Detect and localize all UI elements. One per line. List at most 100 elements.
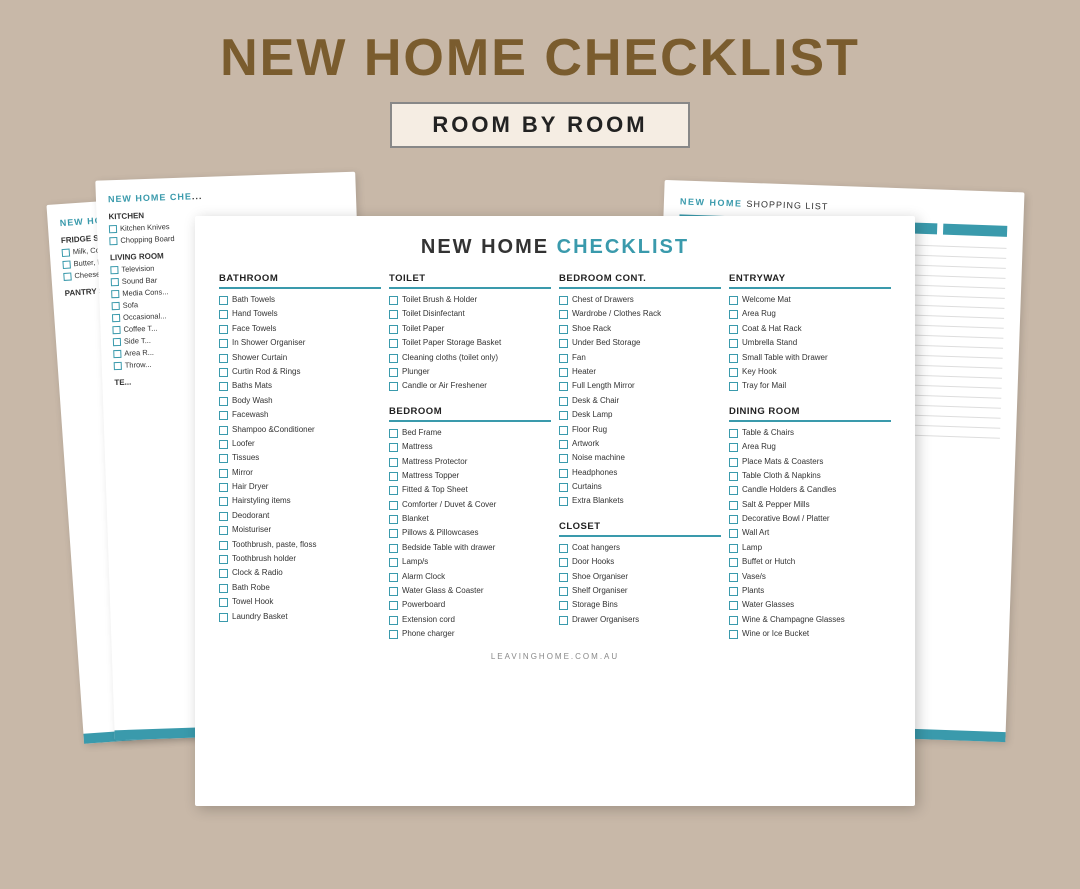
- checkbox[interactable]: [219, 541, 228, 550]
- checkbox[interactable]: [389, 573, 398, 582]
- checkbox[interactable]: [389, 616, 398, 625]
- list-item: Plunger: [389, 367, 551, 377]
- checkbox[interactable]: [219, 483, 228, 492]
- checkbox[interactable]: [559, 368, 568, 377]
- checkbox[interactable]: [389, 601, 398, 610]
- checkbox[interactable]: [219, 411, 228, 420]
- checkbox[interactable]: [559, 397, 568, 406]
- checkbox[interactable]: [389, 368, 398, 377]
- checkbox[interactable]: [559, 587, 568, 596]
- checkbox[interactable]: [729, 587, 738, 596]
- checkbox[interactable]: [219, 382, 228, 391]
- checkbox[interactable]: [729, 515, 738, 524]
- checkbox[interactable]: [389, 544, 398, 553]
- checkbox[interactable]: [559, 601, 568, 610]
- checkbox[interactable]: [729, 573, 738, 582]
- checkbox[interactable]: [389, 443, 398, 452]
- checkbox[interactable]: [219, 598, 228, 607]
- checkbox[interactable]: [559, 310, 568, 319]
- checkbox[interactable]: [559, 616, 568, 625]
- checkbox[interactable]: [389, 296, 398, 305]
- checkbox[interactable]: [559, 497, 568, 506]
- checkbox[interactable]: [559, 544, 568, 553]
- checkbox[interactable]: [389, 310, 398, 319]
- checkbox[interactable]: [389, 486, 398, 495]
- checkbox[interactable]: [219, 613, 228, 622]
- list-item: Noise machine: [559, 453, 721, 463]
- checkbox[interactable]: [729, 339, 738, 348]
- subtitle-box: ROOM BY ROOM: [390, 102, 689, 148]
- checkbox[interactable]: [219, 584, 228, 593]
- checkbox[interactable]: [389, 354, 398, 363]
- checkbox[interactable]: [389, 501, 398, 510]
- checkbox[interactable]: [729, 458, 738, 467]
- checkbox[interactable]: [559, 382, 568, 391]
- checkbox[interactable]: [219, 296, 228, 305]
- checkbox[interactable]: [729, 296, 738, 305]
- checkbox[interactable]: [219, 454, 228, 463]
- checkbox[interactable]: [729, 558, 738, 567]
- list-item: Wine or Ice Bucket: [729, 629, 891, 639]
- checkbox[interactable]: [729, 601, 738, 610]
- checkbox[interactable]: [729, 544, 738, 553]
- list-item: Door Hooks: [559, 557, 721, 567]
- checkbox[interactable]: [389, 382, 398, 391]
- checkbox[interactable]: [729, 429, 738, 438]
- checkbox[interactable]: [729, 310, 738, 319]
- list-item: Hair Dryer: [219, 482, 381, 492]
- checkbox[interactable]: [219, 339, 228, 348]
- checkbox[interactable]: [559, 354, 568, 363]
- checkbox[interactable]: [559, 573, 568, 582]
- checkbox[interactable]: [389, 458, 398, 467]
- checkbox[interactable]: [389, 529, 398, 538]
- checkbox[interactable]: [219, 426, 228, 435]
- checkbox[interactable]: [389, 429, 398, 438]
- list-item: Tissues: [219, 453, 381, 463]
- checkbox[interactable]: [219, 497, 228, 506]
- checkbox[interactable]: [729, 501, 738, 510]
- checkbox[interactable]: [729, 529, 738, 538]
- checkbox[interactable]: [219, 310, 228, 319]
- checkbox[interactable]: [219, 440, 228, 449]
- checkbox[interactable]: [729, 630, 738, 639]
- checkbox[interactable]: [559, 325, 568, 334]
- checkbox[interactable]: [219, 555, 228, 564]
- checkbox[interactable]: [219, 526, 228, 535]
- checkbox[interactable]: [729, 616, 738, 625]
- checkbox[interactable]: [389, 339, 398, 348]
- list-item: Laundry Basket: [219, 612, 381, 622]
- checkbox[interactable]: [729, 325, 738, 334]
- checkbox[interactable]: [389, 325, 398, 334]
- checkbox[interactable]: [219, 325, 228, 334]
- checkbox[interactable]: [219, 354, 228, 363]
- checkbox[interactable]: [559, 454, 568, 463]
- checkbox[interactable]: [559, 440, 568, 449]
- list-item: Table & Chairs: [729, 428, 891, 438]
- checkbox[interactable]: [219, 512, 228, 521]
- checkbox[interactable]: [559, 469, 568, 478]
- list-item: Extension cord: [389, 615, 551, 625]
- checkbox[interactable]: [559, 558, 568, 567]
- checkbox[interactable]: [559, 296, 568, 305]
- checkbox[interactable]: [219, 569, 228, 578]
- checkbox[interactable]: [729, 382, 738, 391]
- checkbox[interactable]: [559, 411, 568, 420]
- checkbox[interactable]: [389, 587, 398, 596]
- checkbox[interactable]: [389, 472, 398, 481]
- checkbox[interactable]: [559, 483, 568, 492]
- checkbox[interactable]: [729, 368, 738, 377]
- checkbox[interactable]: [219, 368, 228, 377]
- checkbox[interactable]: [219, 397, 228, 406]
- checkbox[interactable]: [389, 630, 398, 639]
- list-item: Area Rug: [729, 442, 891, 452]
- checkbox[interactable]: [729, 443, 738, 452]
- checkbox[interactable]: [729, 354, 738, 363]
- checkbox[interactable]: [729, 486, 738, 495]
- checkbox[interactable]: [219, 469, 228, 478]
- checkbox[interactable]: [559, 339, 568, 348]
- checkbox[interactable]: [559, 426, 568, 435]
- checkbox[interactable]: [729, 472, 738, 481]
- back-left2-title: NEW HOME CHE...: [108, 186, 344, 204]
- checkbox[interactable]: [389, 515, 398, 524]
- checkbox[interactable]: [389, 558, 398, 567]
